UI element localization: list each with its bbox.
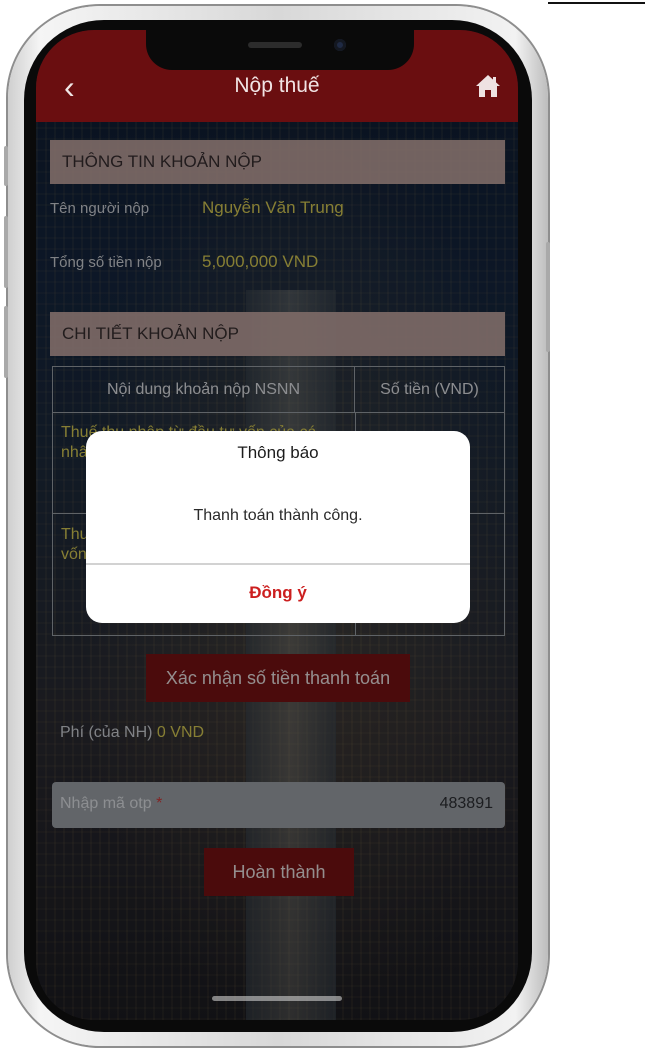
- speaker-grille: [248, 42, 302, 48]
- dialog-title: Thông báo: [237, 443, 319, 462]
- dialog-message: Thanh toán thành công.: [193, 507, 363, 524]
- dialog-ok-button[interactable]: Đồng ý: [86, 563, 470, 623]
- volume-down-button: [4, 306, 8, 378]
- page-border-line: [548, 2, 645, 4]
- volume-up-button: [4, 216, 8, 288]
- page-title: Nộp thuế: [234, 74, 320, 97]
- mute-switch: [4, 146, 8, 186]
- front-camera: [334, 39, 346, 51]
- home-indicator: [212, 996, 342, 1001]
- power-button: [546, 242, 550, 352]
- notification-dialog: Thông báo Thanh toán thành công. Đồng ý: [86, 431, 470, 623]
- home-icon[interactable]: [474, 72, 502, 100]
- app-screen: ‹ Nộp thuế THÔNG TIN KHOẢN NỘP Tên người…: [36, 30, 518, 1020]
- notch: [146, 30, 414, 70]
